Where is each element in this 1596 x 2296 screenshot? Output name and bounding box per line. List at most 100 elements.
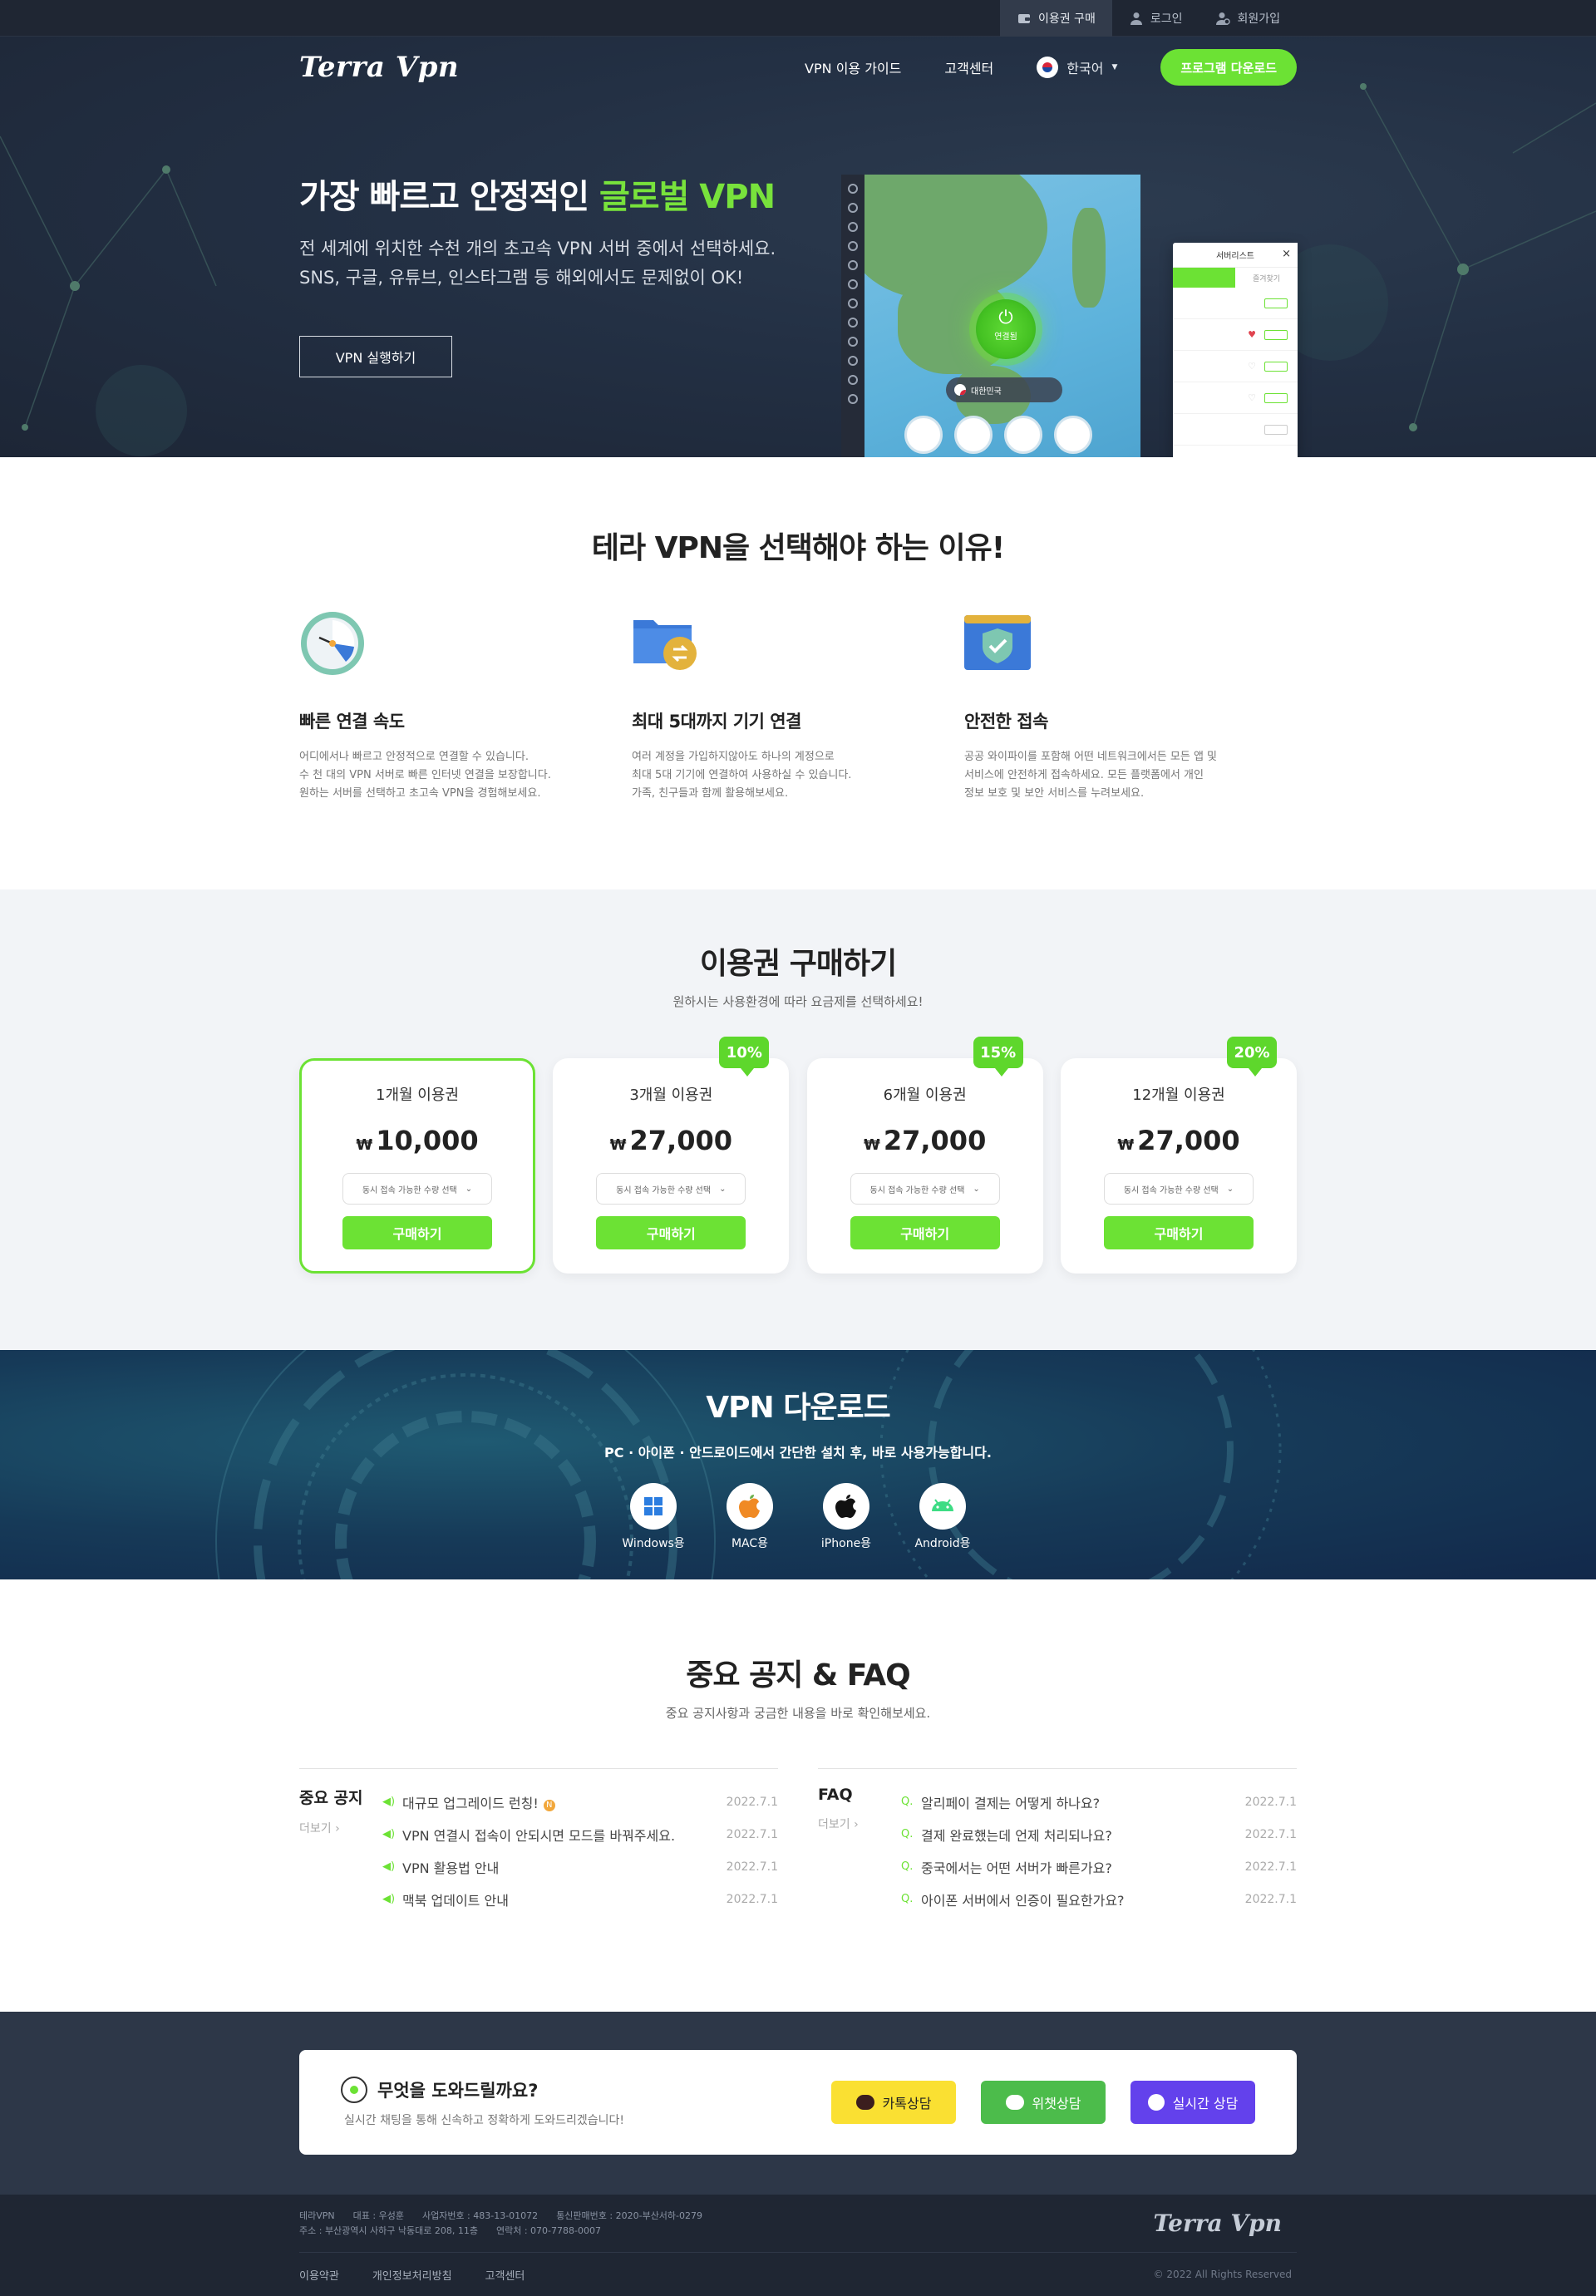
topbar-login-link[interactable]: 로그인	[1112, 0, 1199, 37]
pricing-section: 이용권 구매하기 원하시는 사용환경에 따라 요금제를 선택하세요! 1개월 이…	[0, 889, 1596, 1350]
topbar-signup-label: 회원가입	[1237, 12, 1280, 26]
download-iphone-label: iPhone용	[820, 1537, 872, 1550]
chevron-down-icon: ⌄	[1226, 1184, 1234, 1194]
run-vpn-button[interactable]: VPN 실행하기	[299, 336, 452, 377]
pricing-subtitle: 원하시는 사용환경에 따라 요금제를 선택하세요!	[672, 994, 924, 1009]
download-windows[interactable]: Windows용	[622, 1483, 685, 1551]
notice-item-date: 2022.7.1	[726, 1860, 778, 1874]
apple-icon	[823, 1483, 869, 1530]
plan-card-3month[interactable]: 10% 3개월 이용권 ₩27,000 동시 접속 가능한 수량 선택 ⌄ 구매하…	[553, 1037, 790, 1274]
why-title: 테라 VPN을 선택해야 하는 이유!	[591, 531, 1005, 565]
faq-more-link[interactable]: 더보기 ›	[818, 1816, 901, 1832]
user-add-icon	[1215, 11, 1231, 26]
speaker-icon: ◀)	[382, 1828, 396, 1840]
feature-fast-desc: 어디에서나 빠르고 안정적으로 연결할 수 있습니다. 수 천 대의 VPN 서…	[299, 751, 551, 800]
app-location-bar: 대한민국	[946, 377, 1062, 402]
plan-card-12month[interactable]: 20% 12개월 이용권 ₩27,000 동시 접속 가능한 수량 선택 ⌄ 구매…	[1060, 1037, 1297, 1274]
company-ceo: 대표 : 우성훈	[352, 2210, 404, 2221]
footer-privacy-link[interactable]: 개인정보처리방침	[372, 2267, 452, 2283]
company-address: 주소 : 부산광역시 사하구 낙동대로 208, 11층	[299, 2225, 478, 2236]
app-power-button: 연결됨	[976, 299, 1036, 359]
buy-button[interactable]: 구매하기	[342, 1216, 492, 1249]
wallet-icon	[1017, 11, 1032, 26]
topbar-purchase-link[interactable]: 이용권 구매	[999, 0, 1112, 37]
wechat-chat-button[interactable]: 위챗상담	[981, 2081, 1106, 2124]
select-placeholder: 동시 접속 가능한 수량 선택	[616, 1185, 712, 1195]
speaker-icon: ◀)	[382, 1796, 396, 1808]
faq-item-date: 2022.7.1	[1244, 1827, 1297, 1841]
notice-item[interactable]: ◀) VPN 활용법 안내 2022.7.1	[382, 1850, 778, 1883]
chevron-right-icon: ›	[335, 1822, 340, 1835]
footer-support-link[interactable]: 고객센터	[485, 2267, 525, 2283]
faq-item[interactable]: Q. 중국에서는 어떤 서버가 빠른가요? 2022.7.1	[901, 1850, 1297, 1883]
feature-secure-title: 안전한 접속	[964, 712, 1048, 732]
live-chat-button[interactable]: 실시간 상담	[1130, 2081, 1255, 2124]
concurrent-quantity-select[interactable]: 동시 접속 가능한 수량 선택 ⌄	[596, 1173, 746, 1205]
notice-item-date: 2022.7.1	[726, 1892, 778, 1906]
plan-name: 3개월 이용권	[629, 1086, 713, 1104]
nav-customer-center[interactable]: 고객센터	[944, 57, 993, 77]
faq-prefix: Q.	[901, 1828, 914, 1840]
feature-fast-title: 빠른 연결 속도	[299, 712, 405, 732]
download-mac[interactable]: MAC용	[726, 1483, 774, 1551]
kakao-talk-icon	[855, 2095, 874, 2110]
notice-item-date: 2022.7.1	[726, 1827, 778, 1841]
footer-logo: Terra Vpn	[1153, 2210, 1283, 2237]
feature-fast-connection: 빠른 연결 속도 어디에서나 빠르고 안정적으로 연결할 수 있습니다. 수 천…	[299, 610, 632, 803]
kakao-chat-label: 카톡상담	[882, 2096, 932, 2111]
android-icon	[919, 1483, 966, 1530]
faq-item[interactable]: Q. 결제 완료했는데 언제 처리되나요? 2022.7.1	[901, 1818, 1297, 1850]
folder-sync-icon	[632, 610, 698, 677]
concurrent-quantity-select[interactable]: 동시 접속 가능한 수량 선택 ⌄	[1103, 1173, 1254, 1205]
concurrent-quantity-select[interactable]: 동시 접속 가능한 수량 선택 ⌄	[850, 1173, 1000, 1205]
plan-card-1month[interactable]: 1개월 이용권 ₩10,000 동시 접속 가능한 수량 선택 ⌄ 구매하기	[299, 1058, 535, 1274]
download-android[interactable]: Android용	[914, 1483, 971, 1551]
notice-heading: 중요 공지	[299, 1789, 363, 1807]
new-badge: N	[543, 1799, 555, 1811]
buy-button[interactable]: 구매하기	[850, 1216, 1000, 1249]
faq-item[interactable]: Q. 알리페이 결제는 어떻게 하나요? 2022.7.1	[901, 1786, 1297, 1818]
main-nav: Terra Vpn VPN 이용 가이드 고객센터 한국어 ▼ 프로그램 다운로…	[299, 37, 1297, 98]
shield-check-icon	[964, 610, 1031, 677]
notice-item[interactable]: ◀) 맥북 업데이트 안내 2022.7.1	[382, 1883, 778, 1915]
notice-item[interactable]: ◀) 대규모 업그레이드 런칭! N 2022.7.1	[382, 1786, 778, 1818]
feature-secure-access: 안전한 접속 공공 와이파이를 포함해 어떤 네트워크에서든 모든 앱 및 서비…	[964, 610, 1297, 803]
company-phone: 연락처 : 070-7788-0007	[495, 2225, 601, 2236]
app-map: 연결됨 대한민국	[864, 175, 1140, 457]
plan-price: ₩27,000	[1061, 1125, 1297, 1156]
discount-badge: 15%	[973, 1037, 1023, 1077]
plan-card-6month[interactable]: 15% 6개월 이용권 ₩27,000 동시 접속 가능한 수량 선택 ⌄ 구매하…	[806, 1037, 1043, 1274]
faq-heading: FAQ	[818, 1786, 853, 1804]
question-icon	[341, 2077, 367, 2103]
program-download-button[interactable]: 프로그램 다운로드	[1160, 49, 1297, 86]
user-icon	[1129, 11, 1144, 26]
notice-more-link[interactable]: 더보기 ›	[299, 1820, 382, 1836]
notice-item[interactable]: ◀) VPN 연결시 접속이 안되시면 모드를 바꿔주세요. 2022.7.1	[382, 1818, 778, 1850]
footer-terms-link[interactable]: 이용약관	[299, 2267, 339, 2283]
buy-button[interactable]: 구매하기	[596, 1216, 746, 1249]
download-iphone[interactable]: iPhone용	[821, 1483, 871, 1551]
faq-prefix: Q.	[901, 1893, 914, 1905]
concurrent-quantity-select[interactable]: 동시 접속 가능한 수량 선택 ⌄	[342, 1173, 492, 1205]
nav-vpn-guide[interactable]: VPN 이용 가이드	[805, 57, 901, 77]
pricing-title: 이용권 구매하기	[699, 947, 897, 981]
topbar-signup-link[interactable]: 회원가입	[1199, 0, 1297, 37]
help-box: 무엇을 도와드릴까요? 실시간 채팅을 통해 신속하고 정확하게 도와드리겠습니…	[299, 2050, 1297, 2155]
help-subtitle: 실시간 채팅을 통해 신속하고 정확하게 도와드리겠습니다!	[344, 2114, 624, 2127]
faq-item-date: 2022.7.1	[1244, 1795, 1297, 1809]
notice-item-title: 맥북 업데이트 안내	[402, 1892, 509, 1909]
plan-name: 12개월 이용권	[1132, 1086, 1225, 1104]
hero-subtitle-line2: SNS, 구글, 유튜브, 인스타그램 등 해외에서도 문제없이 OK!	[299, 268, 744, 288]
faq-item-title: 결제 완료했는데 언제 처리되나요?	[921, 1827, 1112, 1844]
feature-device-desc: 여러 계정을 가입하지않아도 하나의 계정으로 최대 5대 기기에 연결하여 사…	[632, 751, 852, 800]
heart-icon: ♡	[1248, 392, 1256, 403]
plan-price-value: 10,000	[376, 1125, 479, 1156]
faq-item[interactable]: Q. 아이폰 서버에서 인증이 필요한가요? 2022.7.1	[901, 1883, 1297, 1915]
language-selector[interactable]: 한국어 ▼	[1037, 57, 1117, 78]
download-section: VPN 다운로드 PC · 아이폰 · 안드로이드에서 간단한 설치 후, 바로…	[0, 1350, 1596, 1579]
site-logo[interactable]: Terra Vpn	[299, 51, 459, 84]
buy-button[interactable]: 구매하기	[1103, 1216, 1254, 1249]
faq-item-date: 2022.7.1	[1244, 1860, 1297, 1874]
plan-price-value: 27,000	[883, 1125, 987, 1156]
kakao-chat-button[interactable]: 카톡상담	[831, 2081, 956, 2124]
